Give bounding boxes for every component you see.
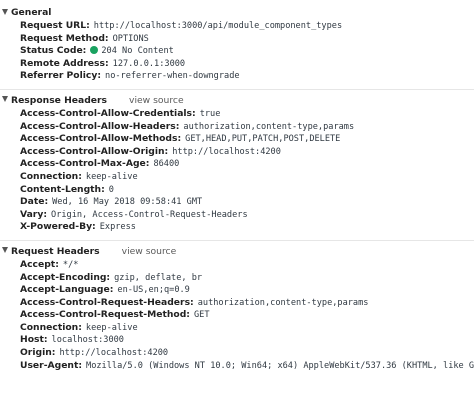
header-value: 204 No Content [101,46,174,57]
header-row: Access-Control-Request-Headers: authoriza… [0,297,474,310]
header-row: Vary: Origin, Access-Control-Request-Head… [0,209,474,222]
header-row: X-Powered-By: Express [0,221,474,234]
header-key: Request URL: [20,20,90,31]
header-value: http://localhost:4200 [172,146,281,157]
header-key: Accept-Language: [20,284,114,296]
header-row: Host: localhost:3000 [0,334,474,347]
header-key: Accept-Encoding: [20,271,111,283]
header-row: User-Agent: Mozilla/5.0 (Windows NT 10.0;… [0,360,474,373]
header-key: Access-Control-Allow-Origin: [20,145,169,157]
header-key: Vary: [20,208,48,220]
header-row: Accept-Encoding: gzip, deflate, br [0,272,474,285]
response-headers-section: Response Headers view source Access-Contr… [0,88,474,240]
header-value: http://localhost:3000/api/module_compone… [93,21,343,31]
header-value: Mozilla/5.0 (Windows NT 10.0; Win64; x64… [86,360,474,371]
status-success-icon [90,45,99,54]
header-key: Connection: [20,170,82,182]
header-row: Connection: keep-alive [0,322,474,335]
header-value: Express [99,222,136,233]
header-row: Remote Address: 127.0.0.1:3000 [0,58,474,71]
header-key: Access-Control-Max-Age: [20,158,150,170]
header-value: 86400 [153,159,180,170]
header-row: Content-Length: 0 [0,184,474,197]
header-key: Accept: [20,258,59,270]
header-value: OPTIONS [112,33,149,44]
header-value: no-referrer-when-downgrade [105,71,240,82]
header-row: Request Method: OPTIONS [0,33,474,46]
header-value: Origin, Access-Control-Request-Headers [51,209,248,220]
header-key: Connection: [20,321,82,333]
header-key: Request Method: [20,32,109,44]
general-section-header[interactable]: General [0,5,474,20]
header-key: Remote Address: [20,57,109,69]
general-section: General Request URL: http://localhost:300… [0,0,474,89]
header-value: GET,HEAD,PUT,PATCH,POST,DELETE [185,134,341,145]
header-key: Access-Control-Request-Headers: [20,296,194,308]
request-headers-section-header[interactable]: Request Headers view source [0,244,474,259]
header-row: Status Code: 204 No Content [0,45,474,58]
header-key: Origin: [20,347,56,359]
header-value: Wed, 16 May 2018 09:58:41 GMT [52,197,203,208]
request-headers-title: Request Headers [11,245,100,257]
header-row: Access-Control-Max-Age: 86400 [0,158,474,171]
header-value: GET [193,310,210,321]
header-key: Access-Control-Allow-Methods: [20,133,182,145]
view-source-link[interactable]: view source [129,95,184,106]
header-value: localhost:3000 [51,335,124,346]
header-key: X-Powered-By: [20,221,96,233]
header-value: authorization,content-type,params [197,297,369,308]
header-row: Connection: keep-alive [0,171,474,184]
header-key: Access-Control-Allow-Headers: [20,120,180,132]
header-row: Access-Control-Allow-Headers: authorizati… [0,121,474,134]
header-value: authorization,content-type,params [183,121,355,132]
header-value: keep-alive [85,171,138,182]
header-value: gzip, deflate, br [114,272,203,283]
header-key: User-Agent: [20,359,83,371]
response-headers-title: Response Headers [11,94,108,106]
header-key: Access-Control-Allow-Credentials: [20,107,196,119]
header-value: true [199,108,221,119]
header-row: Access-Control-Allow-Credentials: true [0,108,474,121]
view-source-link[interactable]: view source [122,246,177,257]
header-row: Access-Control-Allow-Methods: GET,HEAD,PU… [0,133,474,146]
header-key: Content-Length: [20,183,105,195]
header-value: 127.0.0.1:3000 [112,58,186,69]
header-key: Access-Control-Request-Method: [20,309,190,321]
header-value: 0 [108,184,114,195]
header-row: Accept-Language: en-US,en;q=0.9 [0,284,474,297]
header-row: Access-Control-Allow-Origin: http://local… [0,146,474,159]
header-row: Origin: http://localhost:4200 [0,347,474,360]
headers-panel: General Request URL: http://localhost:300… [0,0,474,403]
header-key: Referrer Policy: [20,70,102,82]
expand-triangle-icon[interactable] [2,8,8,15]
expand-triangle-icon[interactable] [2,247,8,254]
request-headers-section: Request Headers view source Accept: */* Ac… [0,239,474,373]
header-row: Access-Control-Request-Method: GET [0,309,474,322]
general-section-title: General [11,7,52,18]
header-key: Host: [20,334,48,346]
header-value: en-US,en;q=0.9 [117,285,190,296]
response-headers-section-header[interactable]: Response Headers view source [0,93,474,108]
header-value: keep-alive [85,322,138,333]
header-key: Status Code: [20,45,87,57]
header-value: http://localhost:4200 [59,348,169,359]
header-row: Request URL: http://localhost:3000/api/mo… [0,20,474,33]
header-value: */* [62,259,79,270]
header-row: Date: Wed, 16 May 2018 09:58:41 GMT [0,196,474,209]
header-row: Accept: */* [0,259,474,272]
expand-triangle-icon[interactable] [2,96,8,103]
header-key: Date: [20,196,49,208]
header-row: Referrer Policy: no-referrer-when-downgra… [0,70,474,83]
